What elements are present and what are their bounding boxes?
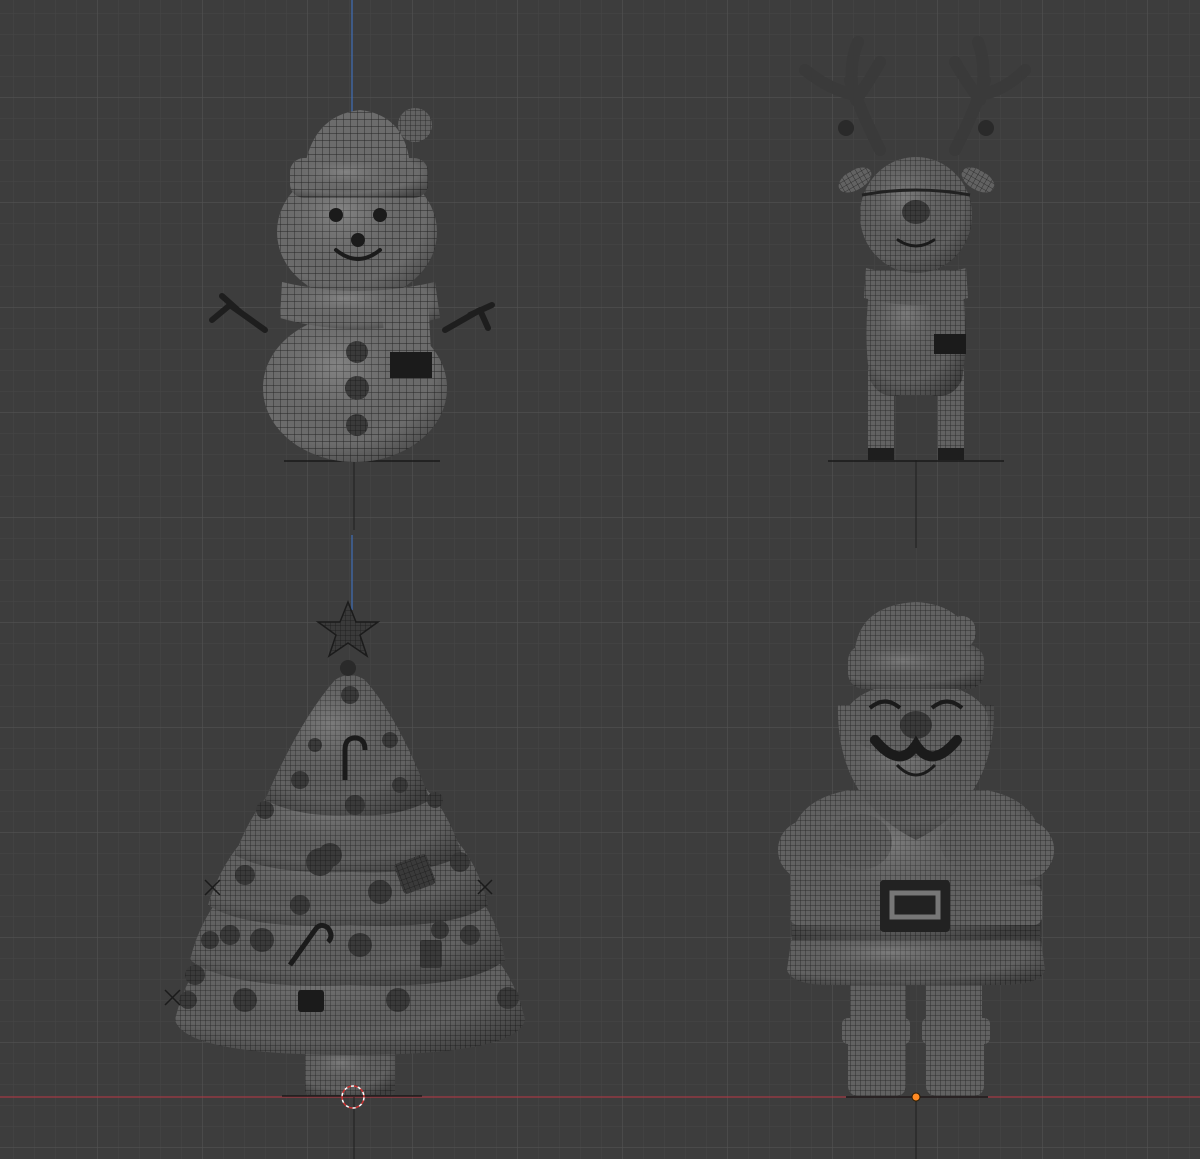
grid-major (0, 0, 1200, 1159)
object-origin-dot (911, 1092, 921, 1102)
viewport-canvas[interactable] (0, 0, 1200, 1159)
3d-viewport[interactable] (0, 0, 1200, 1159)
